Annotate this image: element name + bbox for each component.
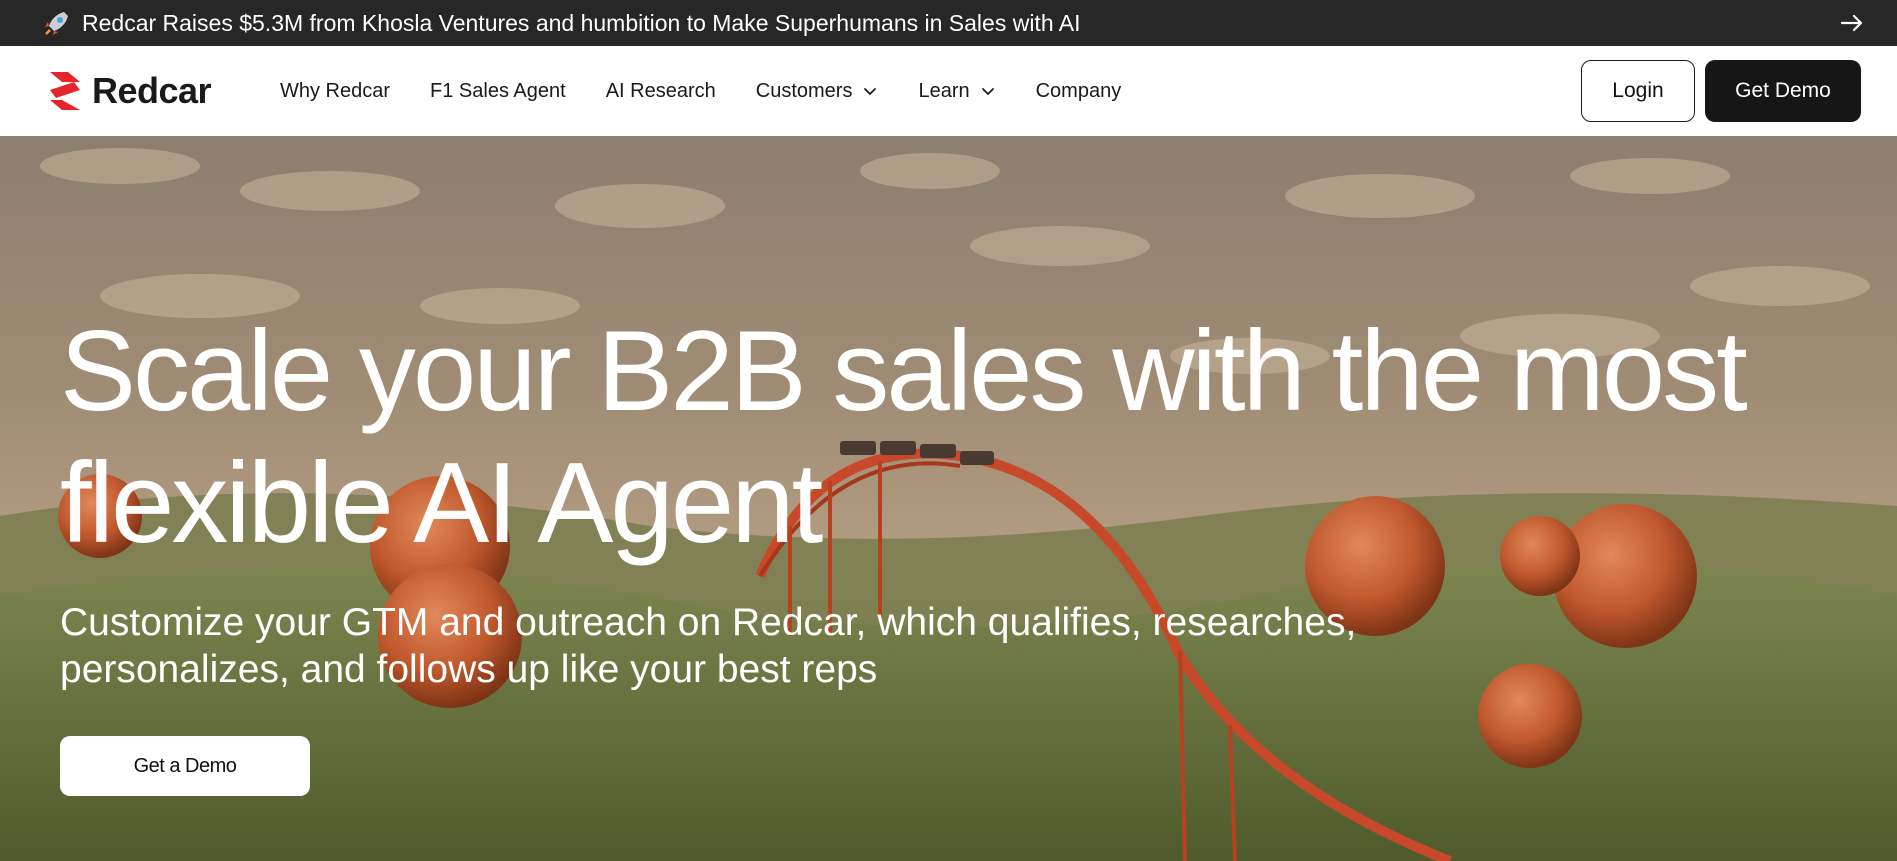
login-button[interactable]: Login [1581, 60, 1695, 122]
nav-item-ai-research[interactable]: AI Research [606, 80, 716, 103]
nav-item-company[interactable]: Company [1036, 80, 1122, 103]
nav-item-f1-sales-agent[interactable]: F1 Sales Agent [430, 80, 566, 103]
nav-item-label: Company [1035, 79, 1122, 102]
nav-links: Why Redcar F1 Sales Agent AI Research Cu… [280, 46, 1161, 136]
hero-headline-line-2: flexible AI Agent [60, 440, 823, 567]
get-a-demo-button[interactable]: Get a Demo [60, 736, 310, 796]
nav-item-label: Why Redcar [280, 79, 391, 102]
nav-item-customers[interactable]: Customers [756, 80, 879, 103]
rocket-icon [45, 12, 68, 35]
top-nav: Redcar Why Redcar F1 Sales Agent AI Rese… [0, 46, 1897, 136]
hero-subheadline-line-2: personalizes, and follows up like your b… [60, 648, 878, 691]
redcar-logo-icon [50, 72, 80, 110]
nav-item-label: F1 Sales Agent [430, 79, 566, 102]
redcar-logo[interactable]: Redcar [48, 68, 212, 114]
announcement-text[interactable]: Redcar Raises $5.3M from Khosla Ventures… [82, 10, 1080, 37]
chevron-down-icon [981, 88, 994, 96]
logo-text: Redcar [92, 70, 212, 111]
hero-subheadline-line-1: Customize your GTM and outreach on Redca… [60, 601, 1357, 644]
get-demo-button[interactable]: Get Demo [1705, 60, 1861, 122]
nav-item-why-redcar[interactable]: Why Redcar [280, 80, 390, 103]
nav-item-label: AI Research [605, 79, 716, 102]
hero-subheadline: Customize your GTM and outreach on Redca… [60, 599, 1400, 693]
nav-item-label: Learn [918, 79, 970, 102]
chevron-down-icon [864, 88, 877, 96]
nav-item-learn[interactable]: Learn [918, 80, 995, 103]
hero-headline: Scale your B2B sales with the most flexi… [60, 306, 1760, 570]
nav-item-label: Customers [755, 79, 853, 102]
announcement-bar[interactable]: Redcar Raises $5.3M from Khosla Ventures… [0, 0, 1897, 46]
hero-headline-line-1: Scale your B2B sales with the most [60, 308, 1748, 435]
arrow-right-icon[interactable] [1837, 8, 1867, 38]
hero-section: Scale your B2B sales with the most flexi… [0, 136, 1897, 861]
